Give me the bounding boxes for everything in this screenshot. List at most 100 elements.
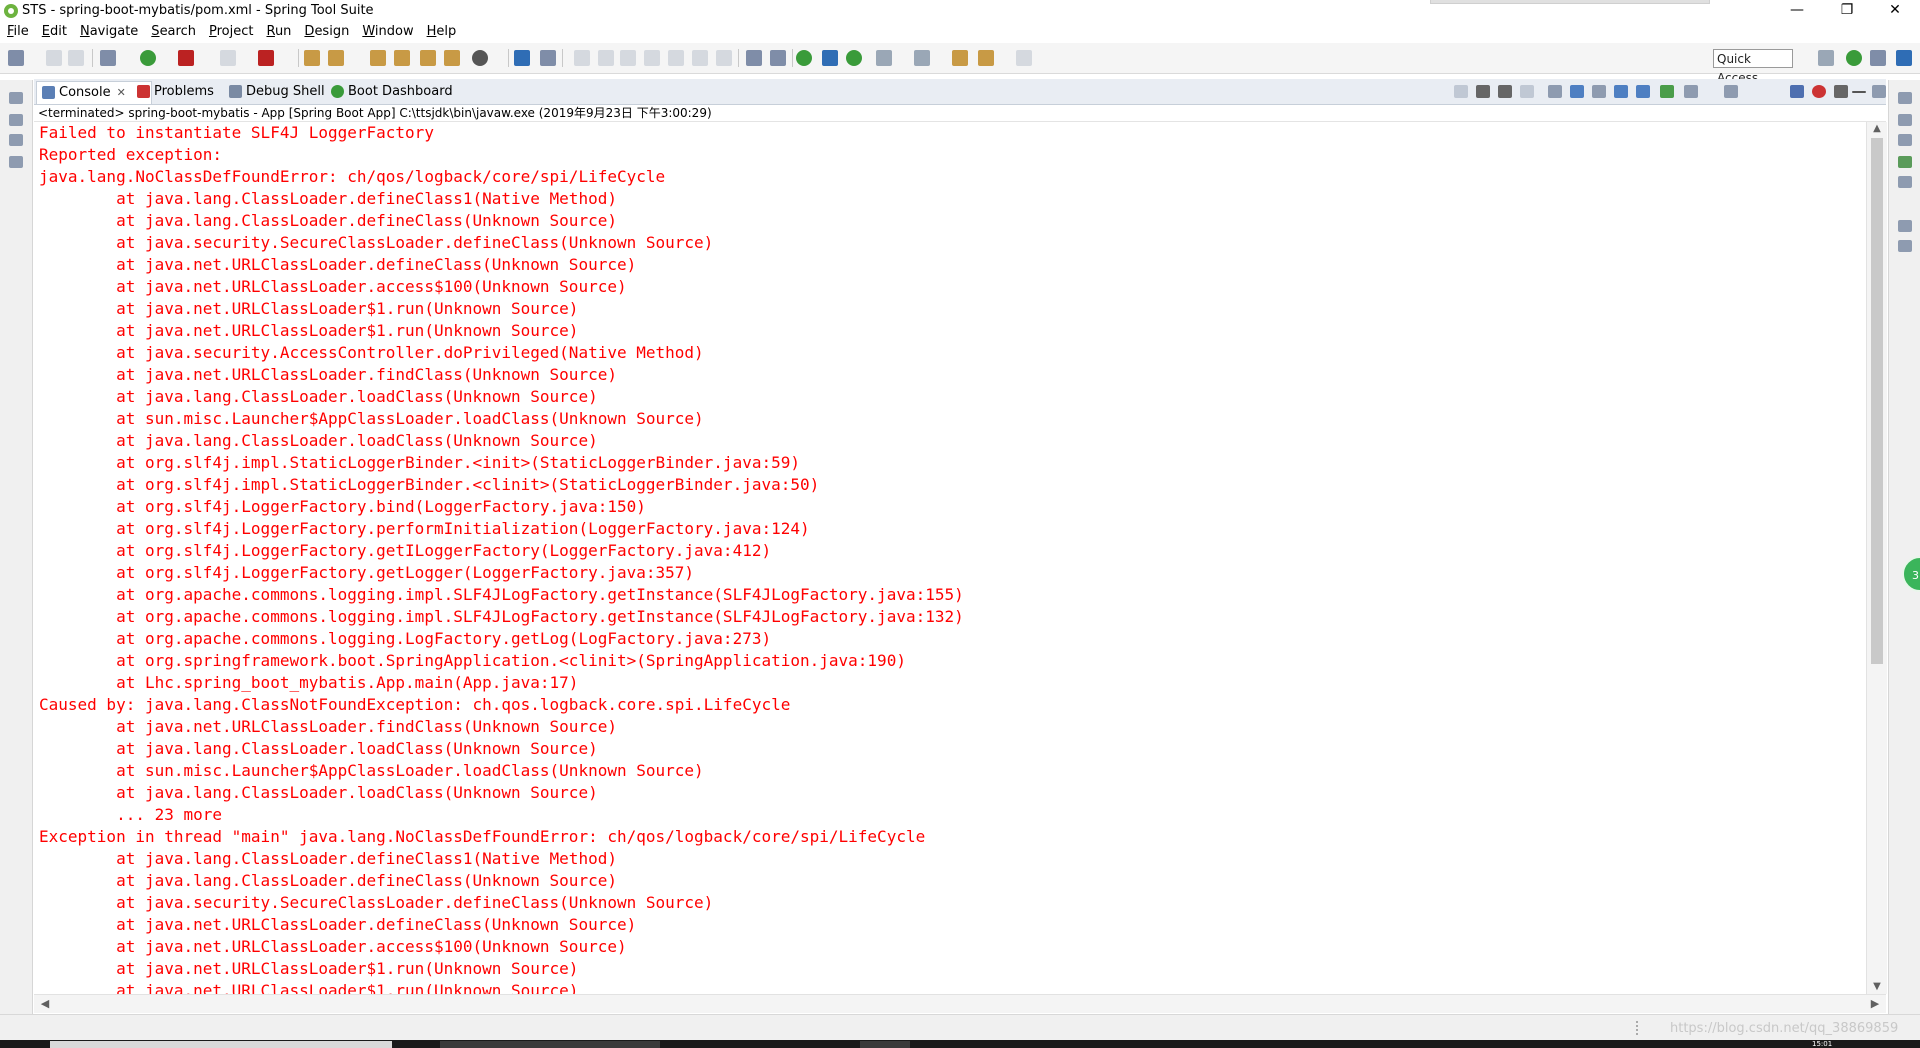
- menu-run[interactable]: Run: [259, 22, 297, 39]
- menu-help[interactable]: Help: [420, 22, 463, 39]
- stop-icon[interactable]: [220, 50, 236, 66]
- menu-file[interactable]: File: [0, 22, 35, 39]
- resume-icon[interactable]: [574, 50, 590, 66]
- forward-icon[interactable]: [1016, 50, 1032, 66]
- java-perspective-icon[interactable]: [1896, 50, 1912, 66]
- console-icon: [42, 86, 55, 99]
- pin-console-icon[interactable]: [1454, 85, 1468, 98]
- horizontal-scrollbar[interactable]: ◀ ▶: [34, 994, 1886, 1013]
- toggle-view-icon[interactable]: [822, 50, 838, 66]
- menu-navigate[interactable]: Navigate: [73, 22, 144, 39]
- scroll-right-icon[interactable]: ▶: [1868, 995, 1882, 1013]
- taskbar-app[interactable]: [860, 1041, 910, 1048]
- expressions-icon[interactable]: [1898, 156, 1912, 168]
- taskbar-clock: 15:01: [1812, 1040, 1833, 1048]
- show-stdout-icon[interactable]: [1614, 85, 1628, 98]
- display-selected-console-icon[interactable]: [1660, 85, 1674, 98]
- step-into-icon[interactable]: [668, 50, 684, 66]
- taskbar-app[interactable]: [440, 1041, 660, 1048]
- outline-icon[interactable]: [9, 134, 23, 146]
- mark-occurrences-icon[interactable]: [770, 50, 786, 66]
- open-type-icon[interactable]: [304, 50, 320, 66]
- suspend-icon[interactable]: [598, 50, 614, 66]
- scroll-left-icon[interactable]: ◀: [38, 995, 52, 1013]
- save-all-icon[interactable]: [68, 50, 84, 66]
- status-grip: [1636, 1021, 1640, 1035]
- terminate-console-icon[interactable]: [1476, 85, 1490, 98]
- stop-console-icon[interactable]: [1520, 85, 1534, 98]
- step-over-icon[interactable]: [692, 50, 708, 66]
- menu-search[interactable]: Search: [144, 22, 202, 39]
- hourglass-icon[interactable]: [420, 50, 436, 66]
- menu-bar: File Edit Navigate Search Project Run Design Wi…: [0, 22, 1920, 43]
- debug-perspective-icon[interactable]: [1870, 50, 1886, 66]
- open-console-icon[interactable]: [1684, 85, 1698, 98]
- tab-boot-dashboard[interactable]: Boot Dashboard: [326, 81, 478, 103]
- new-bean-icon[interactable]: [328, 50, 344, 66]
- scroll-up-icon[interactable]: ▲: [1867, 122, 1887, 136]
- console-output[interactable]: Failed to instantiate SLF4J LoggerFactor…: [34, 122, 1866, 994]
- search-icon[interactable]: [472, 50, 488, 66]
- scroll-lock-icon[interactable]: [1570, 85, 1584, 98]
- view-menu-icon[interactable]: [1834, 85, 1848, 98]
- open-project-icon[interactable]: [370, 50, 386, 66]
- minimize-view-icon[interactable]: [1852, 91, 1866, 93]
- open-resource-icon[interactable]: [444, 50, 460, 66]
- menu-window[interactable]: Window: [355, 22, 419, 39]
- scroll-thumb[interactable]: [1871, 138, 1883, 664]
- refresh-icon[interactable]: [846, 50, 862, 66]
- back-icon[interactable]: [978, 50, 994, 66]
- relaunch-icon[interactable]: [258, 50, 274, 66]
- console-view-tabbar: Console ✕ Problems Debug Shell Boot Dashb…: [34, 79, 1886, 105]
- scroll-down-icon[interactable]: ▼: [1867, 980, 1887, 994]
- clear-console-icon[interactable]: [1548, 85, 1562, 98]
- open-perspective-icon[interactable]: [1818, 50, 1834, 66]
- menu-project[interactable]: Project: [202, 22, 260, 39]
- toggle-list-icon[interactable]: [746, 50, 762, 66]
- save-icon[interactable]: [46, 50, 62, 66]
- word-wrap-icon[interactable]: [1592, 85, 1606, 98]
- next-annotation-icon[interactable]: [876, 50, 892, 66]
- show-stderr-icon[interactable]: [1636, 85, 1650, 98]
- vertical-scrollbar[interactable]: ▲ ▼: [1866, 122, 1887, 994]
- debug-icon[interactable]: [100, 50, 116, 66]
- hierarchy-icon[interactable]: [9, 156, 23, 168]
- external-tools-icon[interactable]: [178, 50, 194, 66]
- quick-access-input[interactable]: Quick Access: [1713, 49, 1793, 85]
- menu-edit[interactable]: Edit: [35, 22, 73, 39]
- console-text: Failed to instantiate SLF4J LoggerFactor…: [39, 123, 964, 994]
- new-icon[interactable]: [8, 50, 24, 66]
- restore-view-icon[interactable]: [9, 92, 23, 104]
- minimize-button[interactable]: —: [1774, 0, 1820, 22]
- taskbar-app[interactable]: [50, 1041, 392, 1048]
- os-taskbar: 15:01: [0, 1040, 1920, 1048]
- open-folder-icon[interactable]: [394, 50, 410, 66]
- tasks-icon[interactable]: [1898, 240, 1912, 252]
- tab-close-icon[interactable]: ✕: [117, 86, 126, 99]
- breakpoints-icon[interactable]: [1898, 134, 1912, 146]
- step-return-icon[interactable]: [716, 50, 732, 66]
- spring-boot-icon[interactable]: [796, 50, 812, 66]
- restore-button[interactable]: ❐: [1824, 0, 1870, 22]
- last-edit-icon[interactable]: [952, 50, 968, 66]
- spring-console-icon[interactable]: [1790, 85, 1804, 98]
- skip-breakpoints-icon[interactable]: [540, 50, 556, 66]
- maximize-view-icon[interactable]: [1872, 85, 1886, 98]
- close-button[interactable]: ✕: [1872, 0, 1918, 22]
- new-console-view-icon[interactable]: [1724, 85, 1738, 98]
- run-icon[interactable]: [140, 50, 156, 66]
- console-view-icon[interactable]: [514, 50, 530, 66]
- terminate-icon[interactable]: [620, 50, 636, 66]
- remove-all-terminated-icon[interactable]: [1498, 85, 1512, 98]
- disconnect-icon[interactable]: [644, 50, 660, 66]
- debug-shell-icon: [229, 85, 242, 98]
- variables-icon[interactable]: [1898, 114, 1912, 126]
- debug-view-icon[interactable]: [1898, 176, 1912, 188]
- package-explorer-icon[interactable]: [9, 114, 23, 126]
- menu-design[interactable]: Design: [297, 22, 355, 39]
- previous-annotation-icon[interactable]: [914, 50, 930, 66]
- spring-perspective-icon[interactable]: [1846, 50, 1862, 66]
- restore-view-icon[interactable]: [1898, 220, 1912, 232]
- chrome-console-icon[interactable]: [1812, 85, 1826, 98]
- restore-view-icon[interactable]: [1898, 92, 1912, 104]
